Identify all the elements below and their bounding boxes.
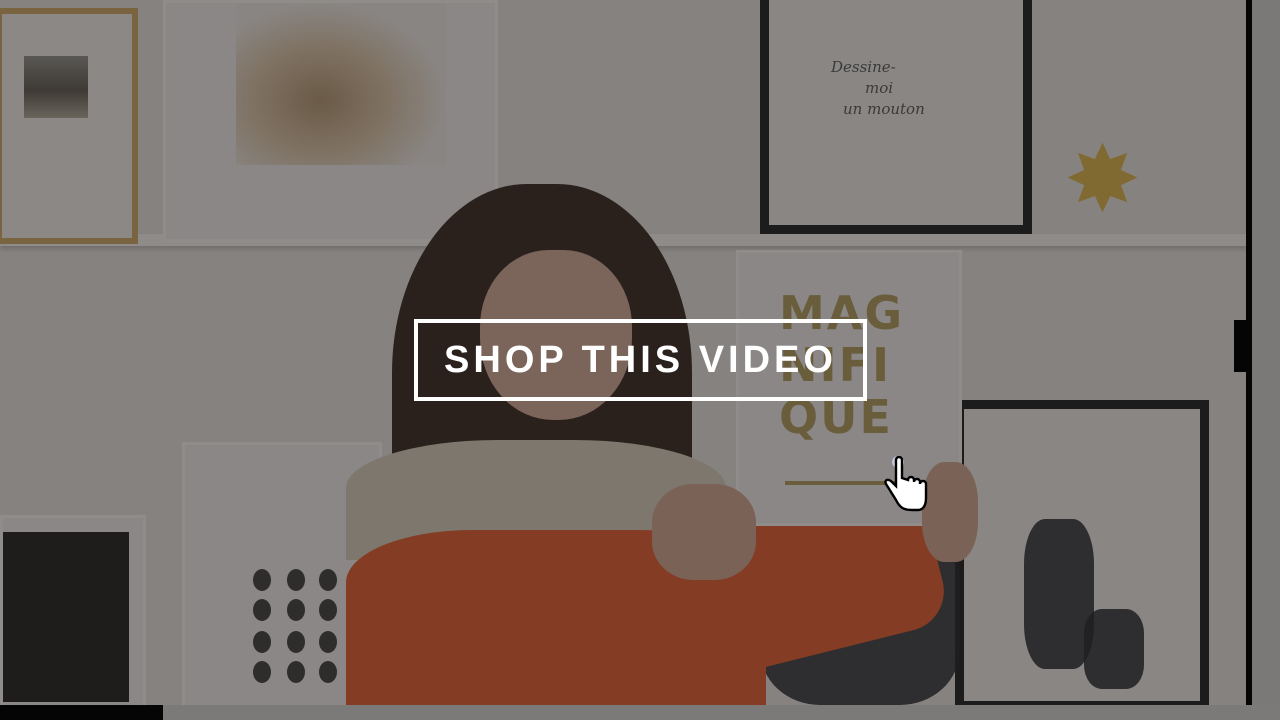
gold-frame [0, 8, 138, 244]
gold-underline [785, 481, 895, 485]
video-progress-track[interactable] [0, 705, 1280, 720]
sea-photo [24, 56, 88, 118]
video-stage[interactable]: Dessine- moi un mouton ✸ MAG NIFI QUE SH… [0, 0, 1280, 720]
ink-frame [955, 400, 1209, 710]
script-line: moi [865, 79, 894, 97]
right-gutter [1252, 0, 1280, 720]
sketch-frame [163, 0, 498, 242]
shop-this-video-label: SHOP THIS VIDEO [444, 339, 837, 381]
script-line: un mouton [843, 100, 925, 118]
dark-artwork [3, 532, 129, 702]
gold-star-ornament: ✸ [1064, 129, 1142, 231]
figure-sketch [236, 3, 446, 165]
script-line: Dessine- [831, 58, 896, 76]
script-frame: Dessine- moi un mouton [760, 0, 1032, 234]
hand-pointer-icon [884, 456, 928, 512]
left-hand [652, 484, 756, 580]
lower-left-frame [0, 515, 146, 715]
right-hand [922, 462, 978, 562]
shop-this-video-button[interactable]: SHOP THIS VIDEO [414, 319, 867, 401]
video-progress-fill [0, 705, 163, 720]
scroll-handle[interactable] [1234, 320, 1248, 372]
script-artwork: Dessine- moi un mouton [831, 57, 925, 120]
